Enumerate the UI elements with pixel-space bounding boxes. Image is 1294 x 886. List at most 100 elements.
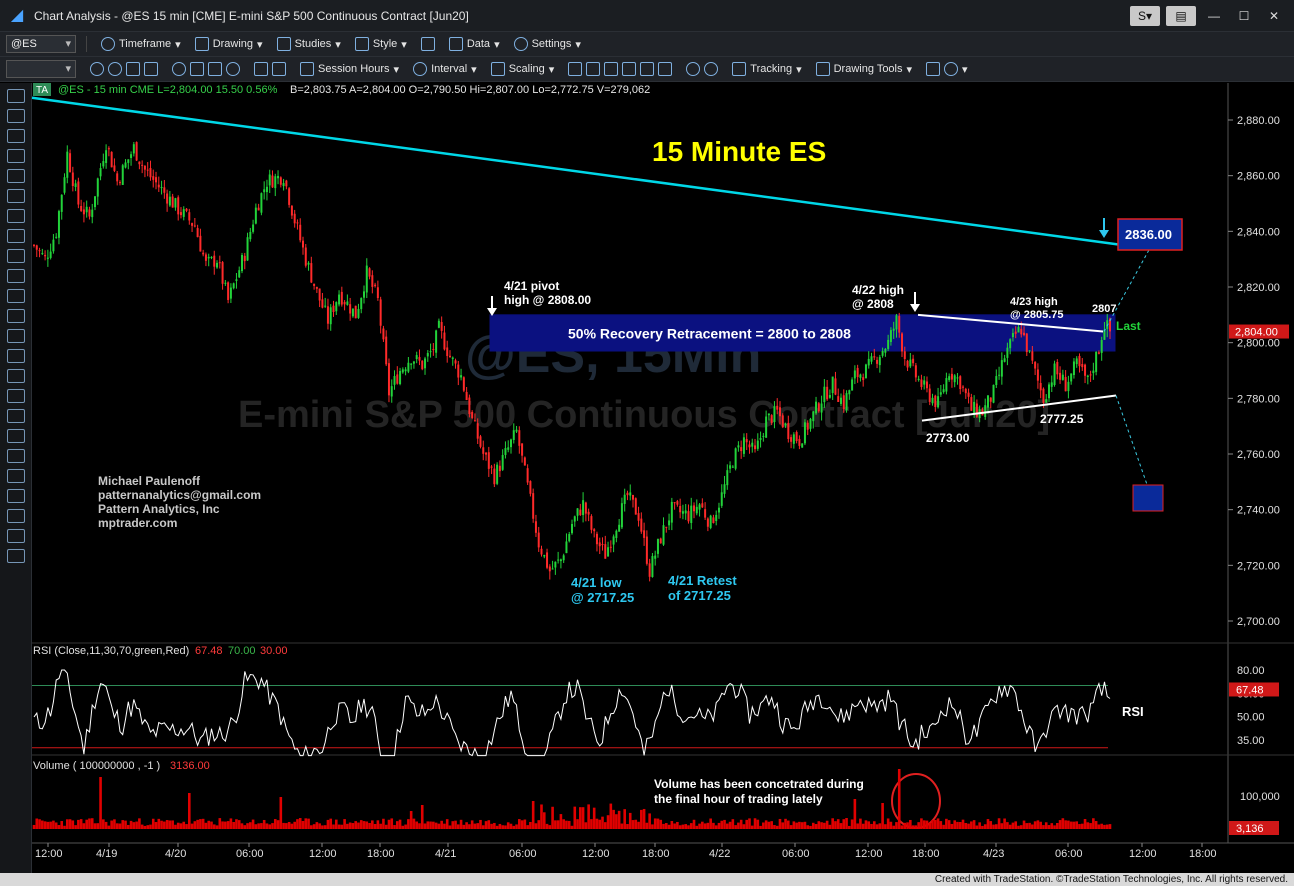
volume-bar [398,819,402,829]
volume-bar [118,823,122,829]
candle-body [1061,374,1064,380]
volume-bar [756,819,760,829]
candle-body [812,411,815,422]
volume-bar [1086,822,1090,829]
volume-bar [212,824,216,829]
volume-bar [1097,824,1101,829]
volume-bar [1058,820,1062,829]
volume-bar [179,823,183,829]
volume-bar [321,825,324,829]
candle-body [168,196,171,206]
candle-body [465,391,468,401]
chart-area[interactable]: @ES, 15Min E-mini S&P 500 Continuous Con… [0,0,1294,873]
volume-bar [1103,824,1106,829]
volume-bar [820,822,823,829]
candle-body [1095,351,1098,372]
volume-bar [1042,825,1045,829]
volume-bar [981,825,984,829]
volume-bar [65,819,69,829]
candle-body [157,184,160,188]
volume-bar [540,804,543,829]
volume-bar [443,823,446,829]
candle-body [471,411,474,418]
candle-body [623,494,626,504]
volume-bar [93,823,97,829]
volume-bar [689,823,693,829]
volume-bar [1056,823,1059,829]
volume-bar [784,818,787,829]
volume-bar [1064,820,1067,829]
candle-body [193,225,196,227]
volume-bar [770,821,773,829]
candle-body [1092,370,1095,374]
volume-bar [845,818,848,829]
candle-body [925,381,928,389]
volume-bar [229,818,233,829]
volume-bar [939,821,943,829]
candle-body [762,435,765,437]
volume-bar [140,824,144,829]
candle-body [66,151,69,178]
volume-bar [795,822,798,829]
candle-body [116,173,119,182]
volume-bar [811,822,815,829]
candle-body [141,164,144,166]
volume-note-line2: the final hour of trading lately [654,792,823,806]
volume-bar [886,818,890,829]
price-tick-label: 2,720.00 [1237,560,1280,572]
candle-body [693,505,696,512]
candle-body [393,376,396,385]
rsi-value: 67.48 [195,645,223,657]
candle-body [473,420,476,422]
volume-bar [160,820,163,829]
volume-bar [379,823,382,829]
candle-body [853,370,856,379]
candle-body [973,401,976,414]
candle-body [407,362,410,372]
volume-bar [742,824,746,829]
volume-bar [970,821,973,829]
candle-body [950,373,953,380]
pivot-label-2807: 2807 [1092,303,1116,315]
candle-body [975,403,978,417]
candle-body [826,386,829,400]
volume-note-line1: Volume has been concetrated during [654,777,864,791]
candle-body [1000,360,1003,377]
candle-body [759,438,762,440]
candle-body [113,165,116,171]
volume-bar [54,822,58,829]
candle-body [80,205,83,211]
candle-body [698,504,701,510]
volume-bar [426,821,430,829]
volume-bar [1067,820,1070,829]
candle-body [346,301,349,305]
candle-body [573,516,576,522]
candle-body [1031,351,1034,361]
candle-body [928,388,931,402]
candle-body [496,464,499,484]
volume-bar [285,823,288,829]
ohlc-quote: B=2,803.75 A=2,804.00 O=2,790.50 Hi=2,80… [290,84,650,96]
volume-bar [304,818,308,829]
candle-body [124,162,127,168]
volume-bar [870,823,873,829]
candle-body [959,376,962,390]
volume-bar [199,819,202,829]
volume-bar [1008,824,1012,829]
volume-bar [346,823,349,829]
candle-body [240,255,243,272]
volume-bar [662,823,665,829]
volume-bar [687,825,690,829]
time-tick-label: 06:00 [1055,848,1083,860]
candle-body [110,151,113,168]
volume-bar [737,822,740,829]
candle-body [82,209,85,215]
candle-body [135,142,138,161]
volume-bar [989,821,993,829]
candle-body [360,298,363,310]
candle-body [931,397,934,404]
volume-bar [176,822,180,829]
candle-body [595,533,598,545]
volume-bar [387,819,391,829]
candle-body [285,180,288,187]
